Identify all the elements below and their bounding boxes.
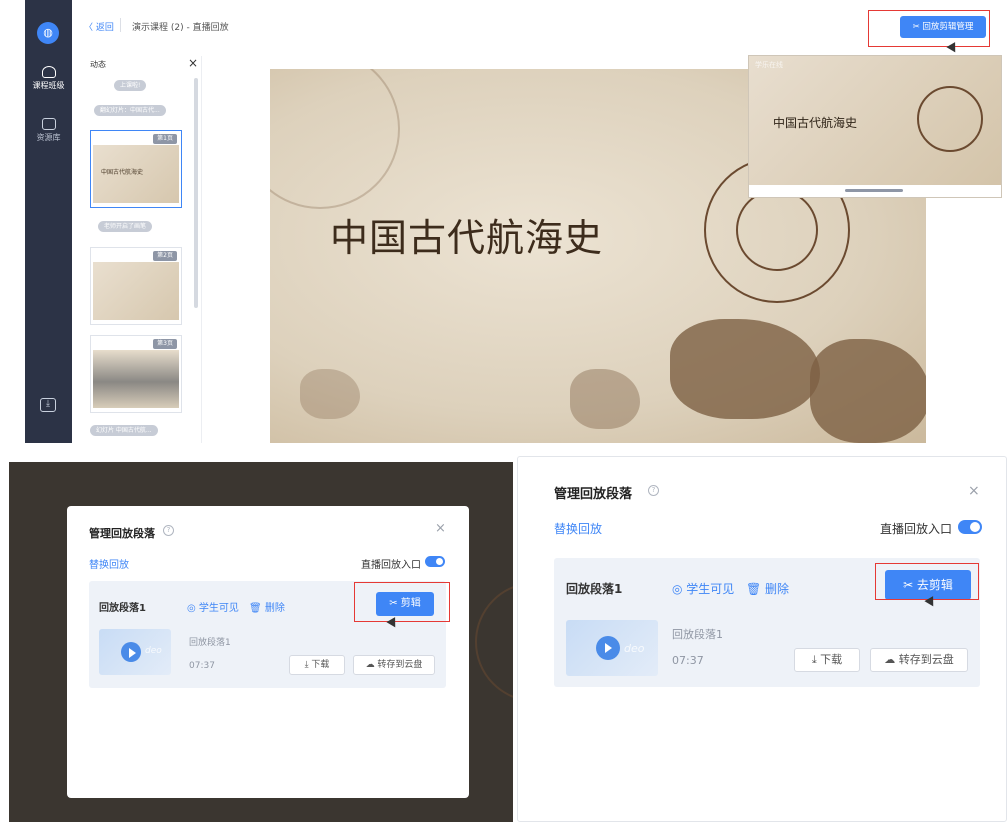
toggle-knob — [436, 558, 443, 565]
map-landmass — [300, 369, 360, 419]
page-badge: 第1页 — [153, 134, 177, 144]
download-icon[interactable]: ⤓ — [40, 398, 56, 412]
video-thumbnail[interactable]: deo — [99, 629, 171, 675]
delete-link[interactable]: 🗑 删除 — [249, 599, 285, 614]
slide-thumbnail[interactable]: 第3页 — [90, 335, 182, 413]
replay-entry-toggle[interactable] — [425, 556, 445, 567]
student-visible-link[interactable]: ◎ 学生可见 — [187, 599, 239, 614]
left-sidebar: ◍ 课程班级 资源库 ⤓ — [25, 0, 72, 443]
highlight-box — [868, 10, 990, 47]
activity-timeline-panel: 动态 × 上课啦! 翻幻灯片：中国古代... 第1页 中国古代航海史 老师开启了… — [84, 56, 202, 443]
sidebar-item-resources[interactable]: 资源库 — [25, 118, 72, 143]
segment-duration: 07:37 — [189, 661, 215, 671]
timeline-scrollbar[interactable] — [194, 78, 198, 308]
pip-progress-bar — [845, 189, 903, 192]
compass-decoration — [475, 582, 513, 702]
slide-thumbnail-image — [93, 350, 179, 408]
replay-entry-label: 直播回放入口 — [361, 560, 421, 571]
play-icon — [121, 642, 141, 662]
page-badge: 第3页 — [153, 339, 177, 349]
play-icon — [596, 636, 620, 660]
compass-decoration — [270, 69, 400, 209]
toggle-knob — [970, 522, 980, 532]
student-visible-link[interactable]: ◎ 学生可见 — [672, 580, 734, 597]
breadcrumb: 演示课程 (2) - 直播回放 — [132, 23, 229, 33]
classroom-replay-view: ◍ 课程班级 资源库 ⤓ 〈 返回 演示课程 (2) - 直播回放 ✂ 回放剪辑… — [0, 0, 1007, 443]
map-landmass — [670, 319, 820, 419]
timeline-event: 幻灯片 中国古代航... — [90, 425, 158, 436]
pip-control-bar[interactable] — [749, 185, 1001, 197]
close-icon[interactable]: × — [968, 483, 980, 499]
timeline-event: 上课啦! — [114, 80, 147, 91]
highlight-box — [354, 582, 450, 622]
segment-duration: 07:37 — [672, 654, 704, 667]
manage-replay-dialog: 管理回放段落 ? × 替换回放 直播回放入口 回放段落1 ◎ 学生可见 🗑 删除… — [517, 456, 1007, 822]
replay-entry-label: 直播回放入口 — [880, 522, 953, 536]
segment-subtitle: 回放段落1 — [189, 638, 231, 648]
app-logo-icon[interactable]: ◍ — [37, 22, 59, 44]
teacher-video-pip[interactable]: 学乐在线 中国古代航海史 — [748, 55, 1002, 198]
sidebar-item-class[interactable]: 课程班级 — [25, 66, 72, 91]
slide-thumbnail-image — [93, 262, 179, 320]
download-button[interactable]: ⤓ 下载 — [289, 655, 345, 675]
class-icon — [41, 66, 56, 78]
video-thumbnail[interactable]: deo — [566, 620, 658, 676]
segment-subtitle: 回放段落1 — [672, 628, 723, 641]
segment-name: 回放段落1 — [99, 603, 146, 614]
slide-thumbnail-image: 中国古代航海史 — [93, 145, 179, 203]
sidebar-item-label: 资源库 — [36, 133, 61, 142]
highlight-box — [875, 563, 979, 600]
slide-title: 中国古代航海史 — [330, 216, 604, 260]
back-link[interactable]: 〈 返回 — [84, 20, 114, 33]
segment-name: 回放段落1 — [566, 582, 623, 596]
sidebar-item-label: 课程班级 — [32, 81, 65, 90]
save-to-cloud-button[interactable]: ☁ 转存到云盘 — [870, 648, 968, 672]
replay-entry-toggle[interactable] — [958, 520, 982, 534]
video-watermark: deo — [624, 642, 645, 655]
compass-inner-ring — [736, 189, 818, 271]
dialog-title: 管理回放段落 — [554, 487, 633, 502]
map-landmass — [570, 369, 640, 429]
download-button[interactable]: ⤓ 下载 — [794, 648, 860, 672]
timeline-event: 翻幻灯片：中国古代... — [94, 105, 166, 116]
manage-replay-dialog: 管理回放段落 ? × 替换回放 直播回放入口 回放段落1 ◎ 学生可见 🗑 删除… — [67, 506, 469, 798]
help-icon[interactable]: ? — [163, 525, 174, 536]
slide-thumbnail[interactable]: 第2页 — [90, 247, 182, 325]
close-icon[interactable]: × — [435, 521, 446, 536]
replace-replay-link[interactable]: 替换回放 — [554, 520, 602, 537]
dialog-title: 管理回放段落 — [89, 527, 155, 540]
top-bar: 〈 返回 演示课程 (2) - 直播回放 ✂ 回放剪辑管理 — [72, 10, 1007, 42]
pip-logo: 学乐在线 — [755, 61, 783, 69]
save-to-cloud-button[interactable]: ☁ 转存到云盘 — [353, 655, 435, 675]
timeline-event: 老师开启了画笔 — [98, 221, 153, 232]
resource-icon — [41, 118, 56, 130]
slide-thumbnail[interactable]: 第1页 中国古代航海史 — [90, 130, 182, 208]
breadcrumb-divider — [120, 18, 121, 32]
page-badge: 第2页 — [153, 251, 177, 261]
timeline-header: 动态 — [90, 60, 106, 69]
compass-rose-icon — [917, 86, 983, 152]
thumbnail-title: 中国古代航海史 — [101, 169, 144, 176]
video-watermark: deo — [145, 646, 162, 656]
help-icon[interactable]: ? — [648, 485, 659, 496]
pip-slide-title: 中国古代航海史 — [773, 116, 858, 130]
close-icon[interactable]: × — [188, 56, 198, 70]
delete-link[interactable]: 🗑 删除 — [746, 580, 789, 597]
map-landmass — [810, 339, 926, 443]
replace-replay-link[interactable]: 替换回放 — [89, 556, 129, 571]
